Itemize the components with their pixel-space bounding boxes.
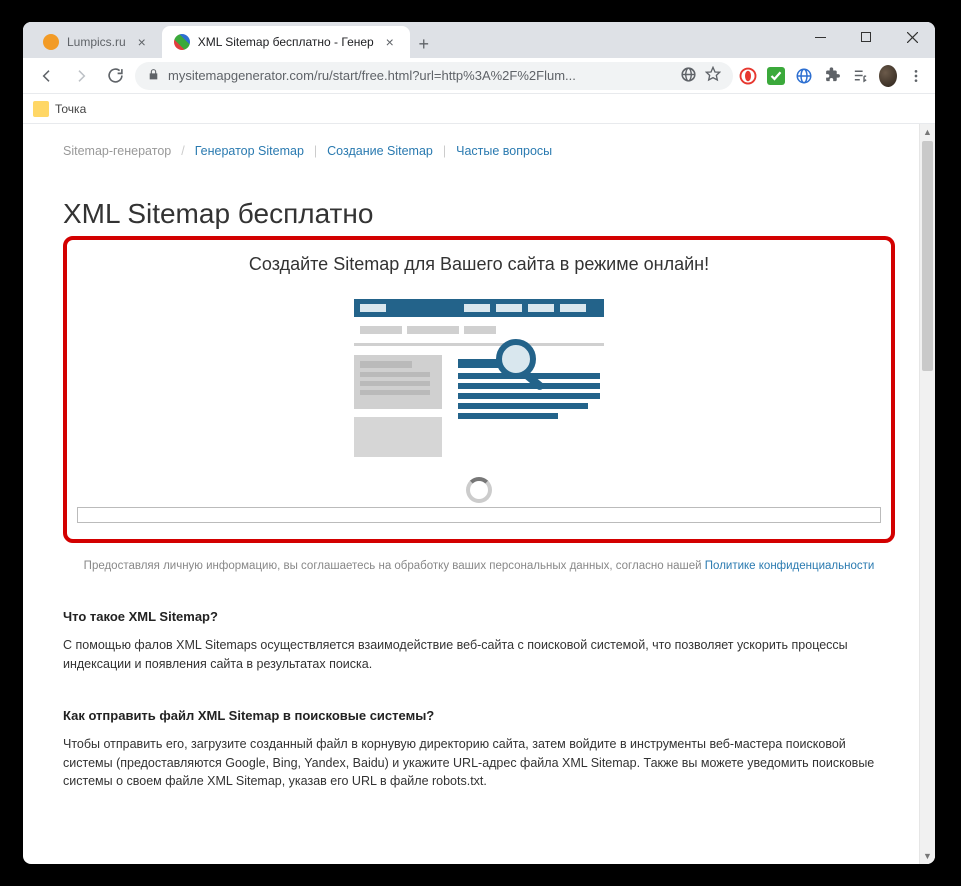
page-content: Sitemap-генератор / Генератор Sitemap | … [23,124,935,821]
url-text: mysitemapgenerator.com/ru/start/free.htm… [168,68,672,83]
minimize-button[interactable] [797,22,843,52]
faq-answer: Чтобы отправить его, загрузите созданный… [63,735,895,791]
consent-text: Предоставляя личную информацию, вы согла… [63,557,895,575]
profile-avatar[interactable] [879,67,897,85]
spinner-icon [466,477,492,503]
progress-bar [77,507,881,523]
tab-title: Lumpics.ru [67,35,126,49]
breadcrumb-link[interactable]: Частые вопросы [456,144,552,158]
tab-favicon [43,34,59,50]
faq-question: Как отправить файл XML Sitemap в поисков… [63,708,895,723]
window-close-button[interactable] [889,22,935,52]
page-title: XML Sitemap бесплатно [63,198,895,230]
maximize-button[interactable] [843,22,889,52]
bookmark-label: Точка [55,102,86,116]
menu-button[interactable] [907,67,925,85]
bookmark-item[interactable]: Точка [33,101,86,117]
bookmarks-bar: Точка [23,94,935,124]
globe-ext-icon[interactable] [795,67,813,85]
tab-close[interactable]: × [382,34,398,50]
scroll-up-button[interactable]: ▲ [920,124,935,140]
breadcrumb-link[interactable]: Создание Sitemap [327,144,433,158]
faq-answer: С помощью фалов XML Sitemaps осуществляе… [63,636,895,674]
tab-close[interactable]: × [134,34,150,50]
breadcrumb-sep: | [443,144,446,158]
tab-strip: Lumpics.ru × XML Sitemap бесплатно - Ген… [23,22,935,58]
toolbar: mysitemapgenerator.com/ru/start/free.htm… [23,58,935,94]
breadcrumb-sep: / [181,144,184,158]
window-controls [797,22,935,58]
scroll-down-button[interactable]: ▼ [920,848,935,864]
browser-window: Lumpics.ru × XML Sitemap бесплатно - Ген… [23,22,935,864]
page-viewport: Sitemap-генератор / Генератор Sitemap | … [23,124,935,864]
crawl-illustration [77,293,881,463]
panel-subhead: Создайте Sitemap для Вашего сайта в режи… [77,254,881,275]
tab-favicon [174,34,190,50]
consent-prefix: Предоставляя личную информацию, вы согла… [84,560,705,572]
generator-panel: Создайте Sitemap для Вашего сайта в режи… [63,236,895,543]
translate-icon[interactable] [680,66,697,86]
reload-button[interactable] [101,62,129,90]
folder-icon [33,101,49,117]
breadcrumb-link[interactable]: Генератор Sitemap [195,144,304,158]
lock-icon [147,68,160,84]
breadcrumb: Sitemap-генератор / Генератор Sitemap | … [63,144,895,158]
breadcrumb-root: Sitemap-генератор [63,144,171,158]
new-tab-button[interactable]: + [410,30,438,58]
extensions-icon[interactable] [823,67,841,85]
star-icon[interactable] [705,66,721,85]
tab-lumpics[interactable]: Lumpics.ru × [31,26,162,58]
breadcrumb-sep: | [314,144,317,158]
back-button[interactable] [33,62,61,90]
address-bar[interactable]: mysitemapgenerator.com/ru/start/free.htm… [135,62,733,90]
tab-title: XML Sitemap бесплатно - Генер [198,35,374,49]
check-ext-icon[interactable] [767,67,785,85]
tab-sitemap[interactable]: XML Sitemap бесплатно - Генер × [162,26,410,58]
opera-icon[interactable] [739,67,757,85]
privacy-link[interactable]: Политике конфиденциальности [705,560,875,572]
scroll-thumb[interactable] [922,141,933,371]
reading-list-icon[interactable] [851,67,869,85]
progress-area [77,477,881,523]
scrollbar[interactable]: ▲ ▼ [919,124,935,864]
forward-button[interactable] [67,62,95,90]
faq-question: Что такое XML Sitemap? [63,609,895,624]
extension-icons [739,67,925,85]
